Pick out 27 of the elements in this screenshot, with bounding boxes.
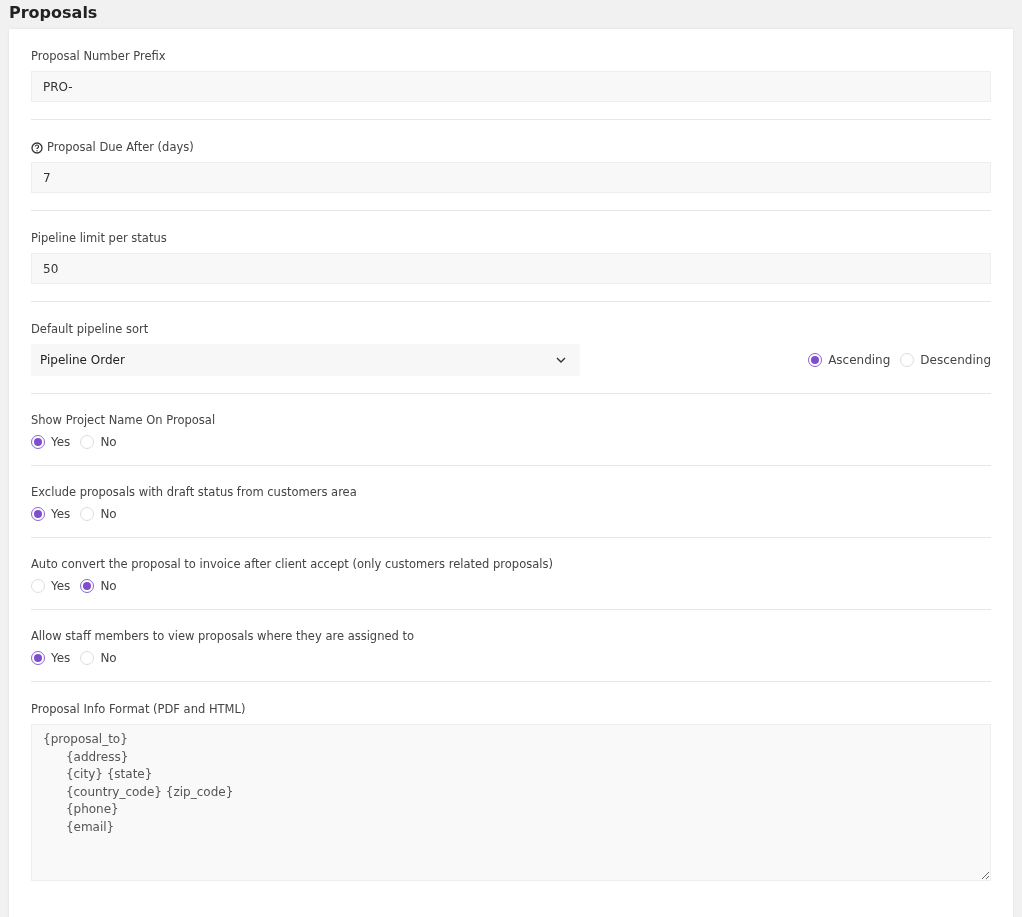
radio-option[interactable]: Descending [900,353,991,367]
radio-option[interactable]: No [80,651,117,665]
page-title: Proposals [9,3,98,24]
radio-option[interactable]: Yes [31,507,71,521]
field-label: Allow staff members to view proposals where they are assigned to [31,629,415,644]
field-label: Show Project Name On Proposal [31,413,216,428]
field-label: Default pipeline sort [31,322,149,337]
radio-option[interactable]: Ascending [808,353,891,367]
dropdown[interactable]: Pipeline Order [31,344,580,376]
chevron-icon [556,357,566,363]
radio-option[interactable]: No [80,579,117,593]
field-label: Exclude proposals with draft status from customers area [31,485,357,500]
field-label: Proposal Due After (days) [47,140,194,155]
radio-option[interactable]: Yes [31,651,71,665]
radio-option[interactable]: Yes [31,435,71,449]
radio-option[interactable]: No [80,435,117,449]
radio-option[interactable]: Yes [31,579,71,593]
field-label: Pipeline limit per status [31,231,167,246]
field-label: Auto convert the proposal to invoice after client accept (only customers related proposals) [31,557,553,572]
text-area[interactable]: {proposal_to} {address} {city} {state} {country_code} {zip_code} {phone} {email} [31,724,991,881]
field-label: Proposal Number Prefix [31,49,166,64]
input-field[interactable]: 50 [31,253,991,284]
field-label: Proposal Info Format (PDF and HTML) [31,702,246,717]
radio-option[interactable]: No [80,507,117,521]
help-icon[interactable] [31,141,43,154]
input-field[interactable]: PRO- [31,71,991,102]
input-field[interactable]: 7 [31,162,991,193]
